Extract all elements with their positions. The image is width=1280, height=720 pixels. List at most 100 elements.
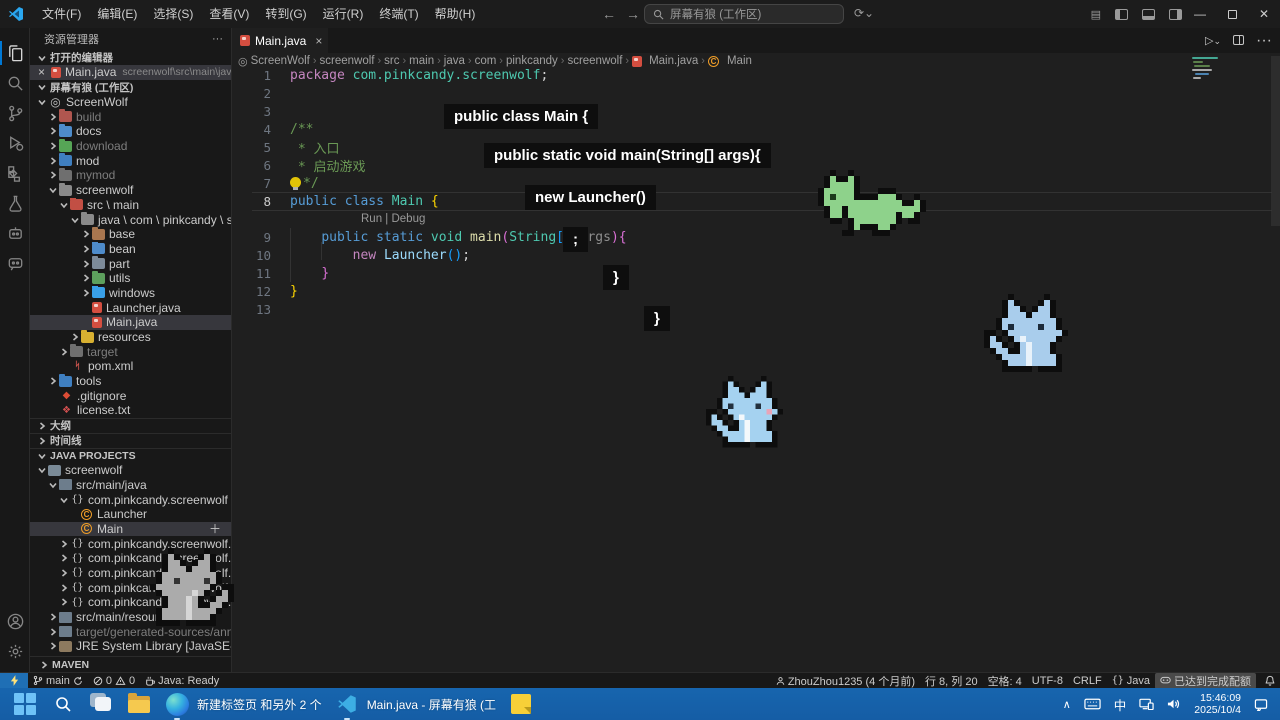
section-timeline[interactable]: 时间线 <box>30 433 231 448</box>
toggle-secondary-sidebar-icon[interactable] <box>1169 9 1182 20</box>
eol-item[interactable]: CRLF <box>1068 673 1107 689</box>
new-file-plus-icon[interactable]: ＋ <box>209 522 231 537</box>
close-editor-icon[interactable]: × <box>38 65 45 79</box>
tree-license-txt[interactable]: ❖license.txt <box>30 403 231 418</box>
tree-download[interactable]: download <box>30 139 231 154</box>
tree-pom-xml[interactable]: ᛋpom.xml <box>30 359 231 374</box>
tree-mod[interactable]: mod <box>30 153 231 168</box>
toggle-sidebar-icon[interactable] <box>1115 9 1128 20</box>
activity-settings-icon[interactable] <box>0 636 30 666</box>
tree-launcher-java[interactable]: Launcher.java <box>30 300 231 315</box>
notification-center-icon[interactable] <box>1254 698 1268 711</box>
more-actions-icon[interactable]: ··· <box>1256 32 1272 50</box>
workspace-section-header[interactable]: 屏幕有狼 (工作区) <box>30 80 231 95</box>
tree-tools[interactable]: tools <box>30 374 231 389</box>
taskbar-search-icon[interactable] <box>50 691 76 717</box>
menu-file[interactable]: 文件(F) <box>34 4 89 24</box>
remote-indicator[interactable] <box>0 673 28 689</box>
indentation-item[interactable]: 空格: 4 <box>983 673 1027 689</box>
activity-run-debug-icon[interactable] <box>0 128 30 158</box>
tree-windows[interactable]: windows <box>30 286 231 301</box>
tree-java-com-pinkcandy-screenwolf[interactable]: java \ com \ pinkcandy \ screenwolf <box>30 212 231 227</box>
activity-robot-icon[interactable] <box>0 218 30 248</box>
wolf-green-lying[interactable] <box>818 170 926 236</box>
maven-section-label[interactable]: MAVEN <box>52 659 89 671</box>
tree--gitignore[interactable]: ◆.gitignore <box>30 388 231 403</box>
tree-bean[interactable]: bean <box>30 242 231 257</box>
tree-part[interactable]: part <box>30 256 231 271</box>
close-button[interactable]: ✕ <box>1248 0 1280 28</box>
sticky-notes-icon[interactable] <box>508 691 534 717</box>
split-editor-icon[interactable] <box>1233 32 1244 50</box>
jp-launcher[interactable]: CLauncher <box>30 507 231 522</box>
ime-indicator[interactable]: 中 <box>1114 695 1127 714</box>
vscode-taskbar-icon[interactable] <box>334 691 360 717</box>
open-editors-header[interactable]: 打开的编辑器 <box>30 50 231 65</box>
problems-item[interactable]: 0 0 <box>88 673 140 689</box>
codelens-run-debug[interactable]: Run | Debug <box>361 213 425 225</box>
wolf-blue-sitting-center[interactable] <box>706 376 794 448</box>
jp-jre-system-library-javase-21-[interactable]: JRE System Library [JavaSE-21] <box>30 639 231 654</box>
wolf-gray-sidebar[interactable] <box>138 548 234 626</box>
sidebar-more-icon[interactable]: ··· <box>212 33 223 45</box>
wolf-blue-sitting-right[interactable] <box>984 294 1080 372</box>
volume-icon[interactable] <box>1167 698 1181 710</box>
author-item[interactable]: ZhouZhou1235 (4 个月前) <box>771 673 920 689</box>
back-arrow-icon[interactable]: ← <box>602 6 616 22</box>
tab-close-icon[interactable]: × <box>315 34 322 48</box>
file-explorer-icon[interactable] <box>126 691 152 717</box>
jp-src-main-java[interactable]: src/main/java <box>30 478 231 493</box>
task-view-icon[interactable] <box>88 691 114 717</box>
edge-browser-icon[interactable] <box>164 691 190 717</box>
tray-chevron-up-icon[interactable]: ∧ <box>1063 698 1071 711</box>
workspace-search-box[interactable]: 屏幕有狼 (工作区) <box>644 4 844 24</box>
activity-search-icon[interactable] <box>0 68 30 98</box>
notifications-bell-icon[interactable] <box>1260 673 1280 689</box>
edge-window-label[interactable]: 新建标签页 和另外 2 个 <box>197 696 322 713</box>
menu-edit[interactable]: 编辑(E) <box>89 4 145 24</box>
tree-resources[interactable]: resources <box>30 330 231 345</box>
vscode-window-label[interactable]: Main.java - 屏幕有狼 (工 <box>367 696 496 713</box>
tree-src-main[interactable]: src \ main <box>30 198 231 213</box>
tree-screenwolf[interactable]: ◎ScreenWolf <box>30 95 231 110</box>
activity-extensions-icon[interactable] <box>0 158 30 188</box>
tree-screenwolf[interactable]: screenwolf <box>30 183 231 198</box>
start-button[interactable] <box>12 691 38 717</box>
menu-selection[interactable]: 选择(S) <box>145 4 201 24</box>
forward-arrow-icon[interactable]: → <box>626 6 640 22</box>
encoding-item[interactable]: UTF-8 <box>1027 673 1068 689</box>
activity-account-icon[interactable] <box>0 606 30 636</box>
jp-main[interactable]: CMain＋ <box>30 522 231 537</box>
open-editor-main-java[interactable]: ×Main.javascreenwolf\src\main\java\com\.… <box>30 65 231 80</box>
tree-utils[interactable]: utils <box>30 271 231 286</box>
menu-go[interactable]: 转到(G) <box>257 4 314 24</box>
copilot-quota-item[interactable]: 已达到完成配额 <box>1155 673 1256 689</box>
toggle-panel-icon[interactable] <box>1142 9 1155 20</box>
network-icon[interactable] <box>1139 698 1154 710</box>
activity-explorer-icon[interactable] <box>0 38 30 68</box>
taskbar-clock[interactable]: 15:46:09 2025/10/4 <box>1194 692 1241 716</box>
menu-terminal[interactable]: 终端(T) <box>371 4 426 24</box>
maximize-button[interactable] <box>1216 0 1248 28</box>
jp-target-generated-sources-annotations[interactable]: target/generated-sources/annotations <box>30 624 231 639</box>
tree-target[interactable]: target <box>30 344 231 359</box>
tree-main-java[interactable]: Main.java <box>30 315 231 330</box>
section-outline[interactable]: 大纲 <box>30 418 231 433</box>
cursor-position-item[interactable]: 行 8, 列 20 <box>920 673 983 689</box>
jp-screenwolf[interactable]: screenwolf <box>30 463 231 478</box>
activity-testing-icon[interactable] <box>0 188 30 218</box>
tree-base[interactable]: base <box>30 227 231 242</box>
tree-docs[interactable]: docs <box>30 124 231 139</box>
touch-keyboard-icon[interactable] <box>1084 698 1101 710</box>
java-status-item[interactable]: Java: Ready <box>140 673 224 689</box>
editor-scrollbar[interactable] <box>1271 56 1280 226</box>
minimap[interactable] <box>1192 57 1228 117</box>
customize-layout-icon[interactable]: ▤ <box>1091 8 1101 21</box>
minimize-button[interactable]: — <box>1184 0 1216 28</box>
menu-run[interactable]: 运行(R) <box>315 4 372 24</box>
activity-chat-icon[interactable] <box>0 248 30 278</box>
git-branch-item[interactable]: main <box>28 673 88 689</box>
menu-view[interactable]: 查看(V) <box>201 4 257 24</box>
tab-main-java[interactable]: Main.java × <box>232 28 328 53</box>
tree-build[interactable]: build <box>30 109 231 124</box>
